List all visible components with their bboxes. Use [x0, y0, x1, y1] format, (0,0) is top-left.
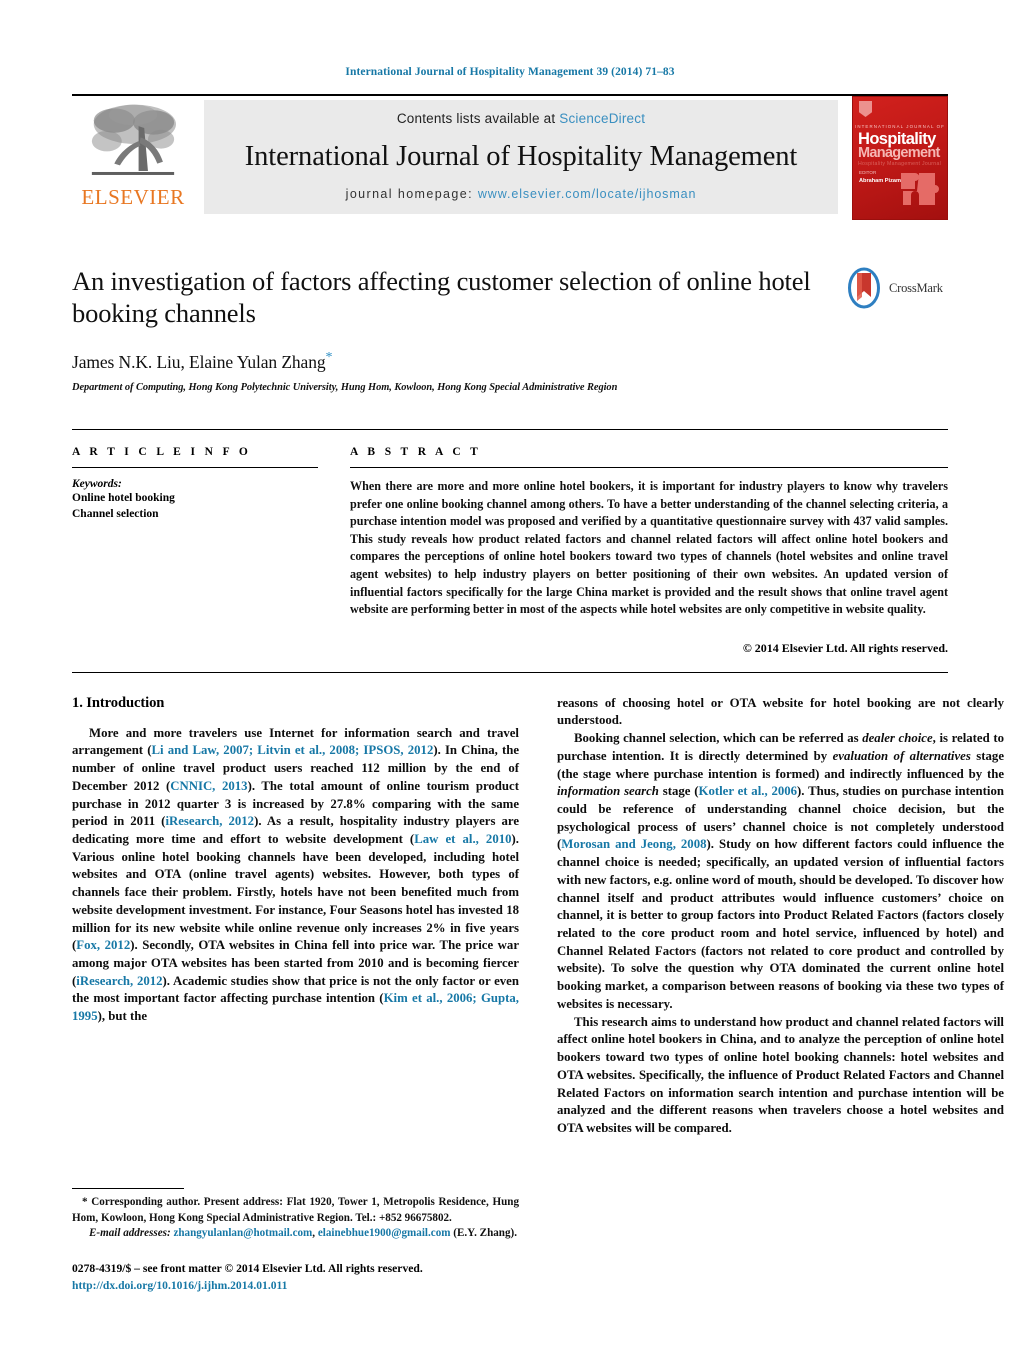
footnote-address-text: Corresponding author. Present address: F… — [72, 1196, 519, 1224]
copyright-line: © 2014 Elsevier Ltd. All rights reserved… — [742, 640, 948, 655]
rp2-italic-evaluation: evaluation of alternatives — [832, 748, 971, 763]
right-paragraph-2: Booking channel selection, which can be … — [557, 730, 1004, 1014]
title-block: CrossMark An investigation of factors af… — [72, 265, 948, 393]
section-heading-introduction: 1. Introduction — [72, 694, 165, 711]
citation-link[interactable]: Law et al., 2010 — [414, 832, 511, 846]
keyword-item: Channel selection — [72, 508, 159, 521]
corresponding-author-note: * Corresponding author. Present address:… — [72, 1195, 519, 1226]
journal-cover-cell: INTERNATIONAL JOURNAL OF Hospitality Man… — [846, 96, 948, 220]
abstract-rule — [350, 466, 948, 468]
keyword-item: Online hotel booking — [72, 491, 175, 504]
keywords-label: Keywords: — [72, 477, 122, 490]
footnote-rule — [72, 1188, 184, 1190]
intro-text-h: ), but the — [97, 1009, 148, 1024]
crossmark-badge[interactable]: CrossMark — [844, 267, 948, 309]
elsevier-tree-icon — [91, 104, 176, 175]
citation-link[interactable]: Fox, 2012 — [76, 938, 130, 952]
crossmark-icon — [848, 267, 880, 309]
email-note: E-mail addresses: zhangyulanlan@hotmail.… — [72, 1226, 519, 1241]
paper-page: International Journal of Hospitality Man… — [0, 0, 1020, 1351]
abstract-heading: A B S T R A C T — [350, 445, 482, 458]
abstract-column: A B S T R A C T When there are more and … — [350, 446, 948, 656]
cover-puzzle-icon — [901, 173, 939, 205]
journal-masthead: ELSEVIER Contents lists available at Sci… — [72, 94, 948, 220]
info-abstract-section: A R T I C L E I N F O Keywords: Online h… — [72, 428, 948, 656]
sciencedirect-link[interactable]: ScienceDirect — [559, 111, 645, 126]
citation-link[interactable]: CNNIC, 2013 — [170, 779, 247, 793]
body-columns: 1. Introduction More and more travelers … — [72, 695, 1004, 1295]
footnote-block: * Corresponding author. Present address:… — [72, 1188, 519, 1294]
article-info-heading: A R T I C L E I N F O — [72, 445, 252, 458]
elsevier-wordmark: ELSEVIER — [81, 185, 185, 209]
page-title: An investigation of factors affecting cu… — [72, 266, 811, 329]
author-names: James N.K. Liu, Elaine Yulan Zhang — [72, 351, 326, 372]
homepage-label: journal homepage: — [345, 187, 473, 201]
rp2-italic-dealer-choice: dealer choice — [862, 731, 933, 746]
journal-title: International Journal of Hospitality Man… — [244, 140, 798, 172]
section-divider — [72, 671, 948, 673]
citation-link[interactable]: iResearch, 2012 — [76, 974, 162, 988]
journal-cover-image: INTERNATIONAL JOURNAL OF Hospitality Man… — [852, 96, 948, 220]
email-label: E-mail addresses: — [89, 1226, 171, 1239]
contents-available-line: Contents lists available at ScienceDirec… — [397, 111, 645, 126]
homepage-url-link[interactable]: www.elsevier.com/locate/ijhosman — [478, 187, 696, 201]
issn-block: 0278-4319/$ – see front matter © 2014 El… — [72, 1261, 519, 1295]
rp2-text-f: ). Study on how different factors could … — [557, 837, 1004, 1011]
intro-paragraph: More and more travelers use Internet for… — [72, 725, 519, 1026]
right-column: reasons of choosing hotel or OTA website… — [557, 695, 1004, 1295]
cover-elsevier-mark-icon — [859, 101, 872, 117]
citation-link[interactable]: Li and Law, 2007; Litvin et al., 2008; I… — [151, 743, 433, 757]
email-suffix: (E.Y. Zhang). — [450, 1226, 517, 1239]
rp2-text-a: Booking channel selection, which can be … — [574, 731, 863, 746]
author-list: James N.K. Liu, Elaine Yulan Zhang* — [72, 350, 948, 373]
citation-link[interactable]: Morosan and Jeong, 2008 — [561, 837, 706, 851]
cover-title-line2: Management — [858, 145, 940, 161]
journal-homepage-line: journal homepage: www.elsevier.com/locat… — [346, 187, 697, 201]
cover-editor-label: EDITOR — [859, 169, 877, 175]
doi-link[interactable]: http://dx.doi.org/10.1016/j.ijhm.2014.01… — [72, 1278, 519, 1295]
affiliation: Department of Computing, Hong Kong Polyt… — [72, 381, 618, 393]
cover-title-line3: Hospitality Management Journal — [858, 161, 942, 167]
intro-text-e: ). Various online hotel booking channels… — [72, 832, 519, 953]
contents-prefix: Contents lists available at — [396, 111, 560, 126]
article-info-column: A R T I C L E I N F O Keywords: Online h… — [72, 446, 318, 656]
running-head: International Journal of Hospitality Man… — [345, 66, 675, 78]
cover-editor-name: Abraham Pizam — [859, 177, 901, 184]
issn-line: 0278-4319/$ – see front matter © 2014 El… — [72, 1262, 423, 1276]
abstract-text: When there are more and more online hote… — [350, 478, 948, 617]
journal-header-panel: Contents lists available at ScienceDirec… — [204, 100, 838, 214]
email-link[interactable]: zhangyulanlan@hotmail.com — [173, 1227, 312, 1239]
corresponding-author-marker[interactable]: * — [326, 350, 333, 365]
cover-subtitle: INTERNATIONAL JOURNAL OF — [855, 124, 945, 129]
left-column: 1. Introduction More and more travelers … — [72, 695, 519, 1295]
article-info-rule — [72, 466, 318, 468]
rp2-text-d: stage ( — [658, 784, 699, 799]
cover-editor: EDITOR Abraham Pizam — [859, 170, 901, 185]
right-paragraph-1: reasons of choosing hotel or OTA website… — [557, 695, 1004, 728]
elsevier-logo: ELSEVIER — [72, 96, 194, 220]
email-link[interactable]: elainebhue1900@gmail.com — [318, 1227, 451, 1239]
right-paragraph-3: This research aims to understand how pro… — [557, 1014, 1004, 1135]
rp2-italic-info-search: information search — [557, 784, 659, 799]
citation-link[interactable]: Kotler et al., 2006 — [698, 784, 797, 798]
citation-link[interactable]: iResearch, 2012 — [165, 814, 254, 828]
crossmark-label: CrossMark — [889, 280, 943, 295]
